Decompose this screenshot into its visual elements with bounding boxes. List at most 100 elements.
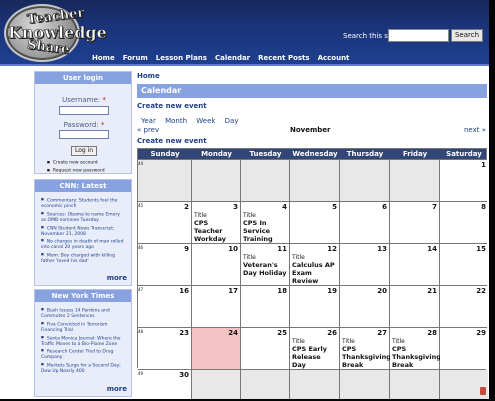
day-cell[interactable]: 12 Title Calculus AP Exam Review (290, 244, 340, 285)
day-number[interactable]: 23 (179, 329, 189, 337)
view-year-link[interactable]: Year (141, 117, 156, 125)
day-number[interactable]: 10 (228, 245, 238, 253)
day-number[interactable]: 22 (476, 287, 486, 295)
nyt-item[interactable]: Bush Issues 14 Pardons and Commutes 2 Se… (41, 307, 126, 320)
day-number[interactable]: 29 (476, 329, 486, 337)
day-number[interactable]: 20 (377, 287, 387, 295)
day-cell[interactable]: 11 Title Veteran's Day Holiday (241, 244, 290, 285)
day-number[interactable]: 7 (432, 203, 437, 211)
day-number[interactable]: 15 (476, 245, 486, 253)
day-number[interactable]: 4 (282, 203, 287, 211)
create-event-link-top[interactable]: Create new event (137, 102, 207, 110)
day-number[interactable]: 17 (228, 287, 238, 295)
day-number[interactable]: 2 (184, 203, 189, 211)
day-cell[interactable]: 7 (390, 202, 440, 243)
create-account-link[interactable]: Create new account (47, 159, 105, 167)
cnn-item[interactable]: Sources: Obama to name Emory as OMB nomi… (41, 211, 126, 224)
day-cell[interactable]: 10 (192, 244, 241, 285)
day-number[interactable]: 11 (277, 245, 287, 253)
day-cell[interactable]: 18 (241, 286, 290, 327)
day-cell[interactable]: 45 2 (138, 202, 192, 243)
event-name[interactable]: CPS Thanksgiving Break (342, 345, 391, 369)
password-field[interactable] (59, 130, 109, 139)
username-field[interactable] (59, 106, 109, 115)
day-number[interactable]: 14 (427, 245, 437, 253)
day-cell[interactable]: 1 (440, 160, 488, 201)
cnn-more-link[interactable]: more (107, 275, 127, 282)
day-cell[interactable]: 15 (440, 244, 488, 285)
day-cell[interactable]: 29 (440, 328, 488, 369)
breadcrumb[interactable]: Home (137, 72, 160, 80)
day-cell[interactable]: 20 (340, 286, 390, 327)
event-name[interactable]: CPS Early Release Day (292, 345, 336, 369)
day-cell[interactable]: 21 (390, 286, 440, 327)
nyt-item[interactable]: Research Center Tied to Drug Company (41, 348, 126, 361)
calendar-event[interactable]: Title Calculus AP Exam Review (292, 254, 336, 285)
nav-account[interactable]: Account (318, 54, 350, 62)
day-cell[interactable]: 46 9 (138, 244, 192, 285)
request-password-link[interactable]: Request new password (47, 167, 105, 175)
calendar-event[interactable]: Title CPS Early Release Day (292, 338, 336, 369)
day-number[interactable]: 28 (427, 329, 437, 337)
day-cell[interactable]: 6 (340, 202, 390, 243)
day-number[interactable]: 9 (184, 245, 189, 253)
day-cell[interactable]: 19 (290, 286, 340, 327)
view-day-link[interactable]: Day (225, 117, 239, 125)
day-cell[interactable]: 26 Title CPS Early Release Day (290, 328, 340, 369)
event-name[interactable]: Calculus AP Exam Review (292, 261, 336, 285)
day-number[interactable]: 19 (327, 287, 337, 295)
day-cell[interactable]: 47 16 (138, 286, 192, 327)
site-logo[interactable]: Teacher Knowledge Share (4, 3, 107, 63)
calendar-event[interactable]: Title Veteran's Day Holiday (243, 254, 287, 277)
day-number[interactable]: 25 (277, 329, 287, 337)
day-cell[interactable]: 13 (340, 244, 390, 285)
day-cell[interactable]: 8 (440, 202, 488, 243)
day-cell[interactable]: 28 Title CPS Thanksgiving Break (390, 328, 441, 369)
event-name[interactable]: CPS Thanksgiving Break (392, 345, 441, 369)
view-week-link[interactable]: Week (196, 117, 215, 125)
view-month-link[interactable]: Month (165, 117, 187, 125)
day-number[interactable]: 3 (233, 203, 238, 211)
nav-recent-posts[interactable]: Recent Posts (258, 54, 309, 62)
day-cell[interactable]: 14 (390, 244, 440, 285)
day-cell[interactable]: 17 (192, 286, 241, 327)
nav-forum[interactable]: Forum (123, 54, 148, 62)
day-cell[interactable]: 4TitleCPS In Service Training Day for Pe… (241, 202, 290, 259)
day-number[interactable]: 1 (481, 161, 486, 169)
day-number[interactable]: 24 (228, 329, 238, 337)
nyt-item[interactable]: Santa Monica Journal: Where the Traffic … (41, 335, 126, 348)
day-number[interactable]: 27 (377, 329, 387, 337)
search-input[interactable] (388, 29, 449, 42)
day-cell[interactable]: 25 (241, 328, 290, 369)
nyt-item[interactable]: Markets Surge for a Second Day; Dow Up N… (41, 362, 126, 375)
cnn-item[interactable]: CNN Student News Transcript: November 21… (41, 225, 126, 238)
day-cell[interactable]: 24 (192, 328, 241, 369)
day-number[interactable]: 5 (332, 203, 337, 211)
day-number[interactable]: 18 (277, 287, 287, 295)
cnn-item[interactable]: No charges in death of man rolled into c… (41, 238, 126, 251)
nav-home[interactable]: Home (92, 54, 115, 62)
calendar-event[interactable]: Title CPS Teacher Workday (194, 212, 238, 243)
day-number[interactable]: 21 (427, 287, 437, 295)
search-button[interactable]: Search (451, 29, 483, 42)
nav-calendar[interactable]: Calendar (215, 54, 250, 62)
next-month-link[interactable]: next » (464, 126, 486, 134)
day-number[interactable]: 12 (327, 245, 337, 253)
login-button[interactable]: Log in (71, 146, 97, 156)
day-number[interactable]: 16 (179, 287, 189, 295)
nav-lesson-plans[interactable]: Lesson Plans (156, 54, 207, 62)
day-number[interactable]: 6 (382, 203, 387, 211)
day-cell[interactable]: 27 Title CPS Thanksgiving Break (340, 328, 391, 369)
create-event-link-bottom[interactable]: Create new event (137, 137, 207, 145)
calendar-feed-icon[interactable] (480, 387, 486, 395)
day-number[interactable]: 8 (481, 203, 486, 211)
event-name[interactable]: CPS Teacher Workday (194, 219, 238, 243)
day-cell[interactable]: 48 23 (138, 328, 192, 369)
day-cell[interactable]: 3 Title CPS Teacher Workday (192, 202, 241, 243)
event-name[interactable]: Veteran's Day Holiday (243, 261, 287, 277)
prev-month-link[interactable]: « prev (137, 126, 159, 134)
calendar-event[interactable]: Title CPS Thanksgiving Break (342, 338, 391, 369)
nyt-item[interactable]: Five Convicted in Terrorism Financing Tr… (41, 321, 126, 334)
day-cell[interactable]: 49 30 (138, 370, 192, 399)
cnn-item[interactable]: Mom: Boy charged with killing father 'lo… (41, 252, 126, 265)
